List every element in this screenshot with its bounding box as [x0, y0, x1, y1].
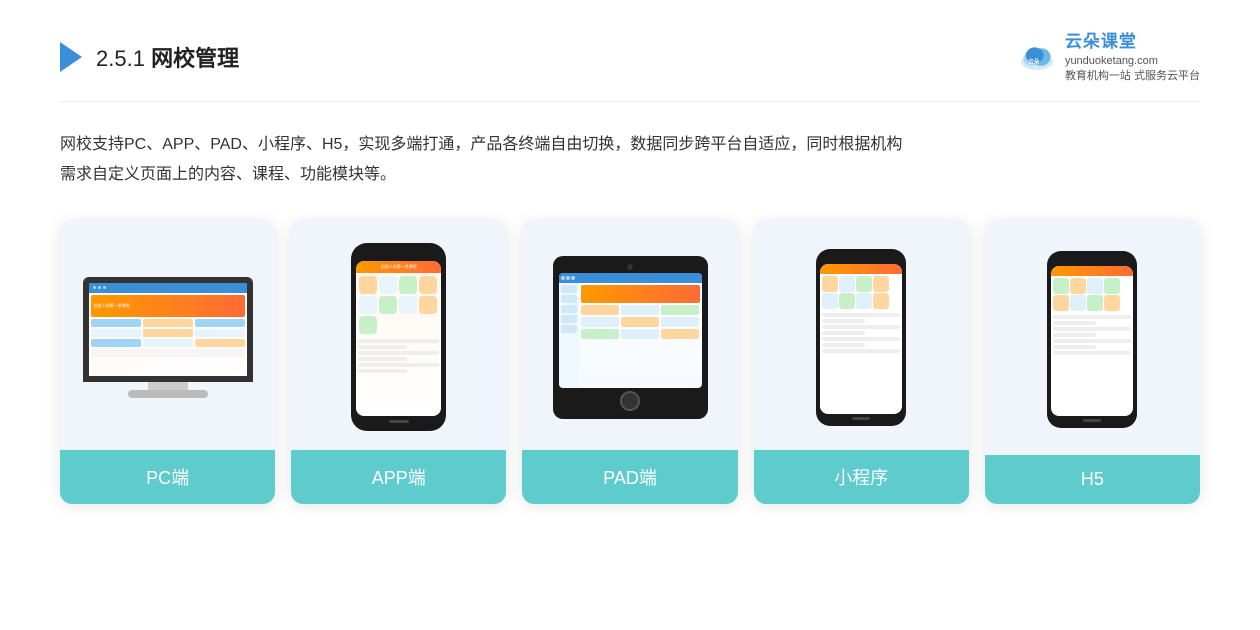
- phone-mockup-app: 创造人的第一堂课程: [351, 243, 446, 431]
- section-number: 2.5.1: [96, 46, 145, 71]
- card-h5-image: [985, 220, 1200, 455]
- card-app-label: APP端: [291, 450, 506, 504]
- monitor-screen: 创造人的第一堂课程: [83, 277, 253, 382]
- logo-triangle-icon: [60, 42, 82, 72]
- card-pad-image: [522, 220, 737, 450]
- brand-logo: 云朵 云朵课堂 yunduoketang.com 教育机构一站 式服务云平台: [1017, 30, 1200, 85]
- desc-line1: 网校支持PC、APP、PAD、小程序、H5，实现多端打通，产品各终端自由切换，数…: [60, 130, 1200, 160]
- page-title: 2.5.1 网校管理: [96, 41, 239, 73]
- brand-name: 云朵课堂: [1065, 30, 1200, 54]
- card-pad: PAD端: [522, 220, 737, 504]
- card-miniapp: 小程序: [754, 220, 969, 504]
- card-miniapp-label: 小程序: [754, 450, 969, 504]
- cards-row: 创造人的第一堂课程: [60, 220, 1200, 504]
- brand-cloud-icon: 云朵: [1017, 37, 1057, 77]
- brand-text: 云朵课堂 yunduoketang.com 教育机构一站 式服务云平台: [1065, 30, 1200, 85]
- brand-site: yunduoketang.com: [1065, 54, 1200, 69]
- title-bold: 网校管理: [151, 46, 239, 71]
- card-pc-label: PC端: [60, 450, 275, 504]
- card-app-image: 创造人的第一堂课程: [291, 220, 506, 450]
- pc-mockup: 创造人的第一堂课程: [83, 277, 253, 398]
- card-h5-label: H5: [985, 455, 1200, 504]
- header-left: 2.5.1 网校管理: [60, 41, 239, 73]
- card-pc: 创造人的第一堂课程: [60, 220, 275, 504]
- card-miniapp-image: [754, 220, 969, 450]
- card-h5: H5: [985, 220, 1200, 504]
- card-app: 创造人的第一堂课程: [291, 220, 506, 504]
- header: 2.5.1 网校管理 云朵 云朵课堂 yunduoketang.com 教育机构…: [60, 30, 1200, 102]
- brand-tagline: 教育机构一站 式服务云平台: [1065, 69, 1200, 84]
- description: 网校支持PC、APP、PAD、小程序、H5，实现多端打通，产品各终端自由切换，数…: [60, 130, 1200, 191]
- card-pc-image: 创造人的第一堂课程: [60, 220, 275, 450]
- phone-mockup-miniapp: [816, 249, 906, 426]
- desc-line2: 需求自定义页面上的内容、课程、功能模块等。: [60, 160, 1200, 190]
- phone-mockup-h5: [1047, 251, 1137, 428]
- pad-mockup: [553, 256, 708, 419]
- page: 2.5.1 网校管理 云朵 云朵课堂 yunduoketang.com 教育机构…: [0, 0, 1260, 630]
- card-pad-label: PAD端: [522, 450, 737, 504]
